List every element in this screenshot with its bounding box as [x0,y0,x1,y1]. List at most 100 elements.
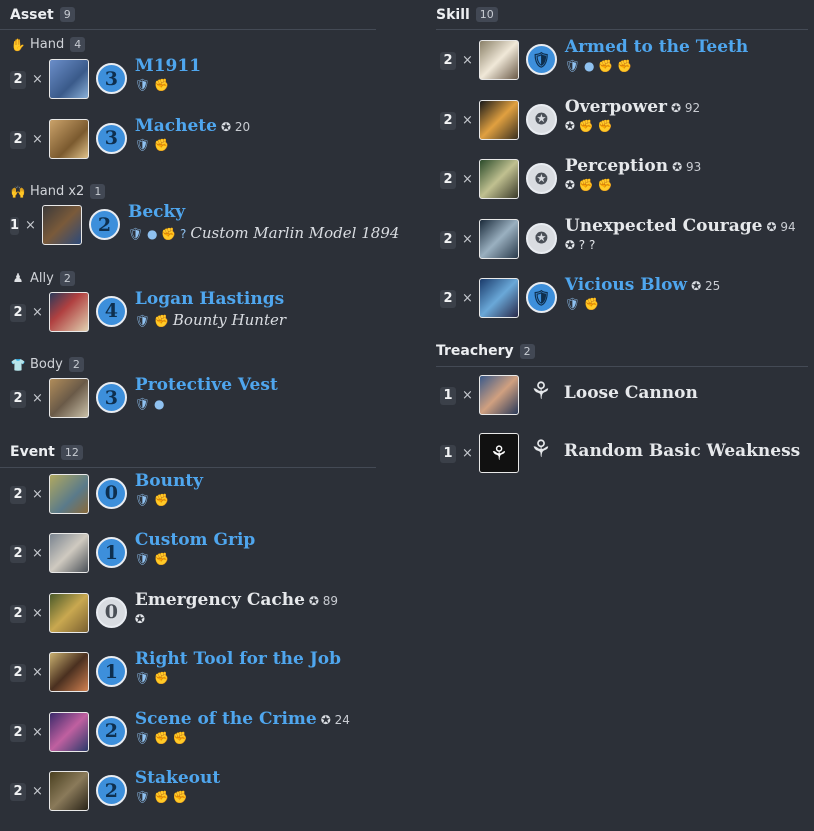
card-name[interactable]: Becky [128,202,399,222]
left-column: Asset 9 ✋ Hand 4 2 × 3 M1911 🛡 ✊ 2 × 3 M… [0,0,399,831]
card-icons: 🛡 ● ✊ ✊ [564,59,632,73]
card-name-line: Scene of the Crime ✪ 24 [135,709,350,729]
card-row[interactable]: 2 × 🛡 Armed to the Teeth 🛡 ● ✊ ✊ [436,37,808,100]
times-sign: × [462,172,473,187]
card-info: Right Tool for the Job 🛡 ✊ [135,649,341,685]
card-row[interactable]: 2 × 1 Right Tool for the Job 🛡 ✊ [0,649,376,712]
card-row[interactable]: 2 × 3 Machete ✪ 20 🛡 ✊ [0,116,376,179]
card-info: Machete ✪ 20 🛡 ✊ [135,116,250,152]
card-name-line: Overpower ✪ 92 [565,97,700,117]
times-sign: × [32,665,43,680]
times-sign: × [32,304,43,320]
card-thumbnail[interactable] [41,205,82,245]
card-info: Protective Vest 🛡 ● [135,375,278,411]
card-row[interactable]: 2 × ✪ Overpower ✪ 92 ✪ ✊ ✊ [436,97,808,160]
card-row[interactable]: 2 × 1 Custom Grip 🛡 ✊ [0,530,376,593]
cost-badge: 2 [95,775,127,806]
card-name[interactable]: Armed to the Teeth [565,37,748,57]
xp-value: ✪ 93 [672,160,701,174]
card-row[interactable]: 2 × ✪ Perception ✪ 93 ✪ ✊ ✊ [436,156,808,219]
card-row[interactable]: 2 × ✪ Unexpected Courage ✪ 94 ✪ ? ? [436,216,808,279]
quantity-badge: 2 [440,230,456,249]
card-info: Random Basic Weakness [564,441,800,461]
card-name[interactable]: Unexpected Courage [565,216,763,236]
card-icons: 🛡 ✊ [564,297,599,311]
card-name[interactable]: Scene of the Crime [135,709,317,729]
card-name[interactable]: Right Tool for the Job [135,649,341,669]
card-name[interactable]: Logan Hastings [135,289,286,309]
card-info: M1911 🛡 ✊ [135,56,201,92]
card-thumbnail[interactable] [478,374,519,415]
card-name[interactable]: Bounty [135,471,203,491]
card-icons: 🛡 ● ✊ ? [127,227,187,241]
card-icons: ✪ ? ? [564,237,596,252]
times-sign: × [462,231,473,247]
times-sign: × [462,112,473,128]
card-name[interactable]: Overpower [565,97,667,117]
card-name[interactable]: Protective Vest [135,375,278,395]
card-name[interactable]: Random Basic Weakness [564,441,800,461]
card-info: Armed to the Teeth 🛡 ● ✊ ✊ [565,37,748,73]
card-thumbnail[interactable] [478,40,519,80]
card-name[interactable]: Emergency Cache [135,590,305,610]
xp-value: ✪ 89 [309,594,338,608]
card-thumbnail[interactable] [478,278,519,318]
card-thumbnail[interactable] [48,59,89,99]
card-thumbnail[interactable] [48,378,89,418]
section-header-skill: Skill 10 [436,0,808,30]
card-thumbnail[interactable] [48,711,89,752]
cost-badge: 1 [95,656,127,687]
card-thumbnail[interactable] [48,652,89,692]
card-row[interactable]: 2 × 4 Logan Hastings 🛡 ✊ Bounty Hunter [0,289,376,352]
card-icons: 🛡 ✊ [134,78,169,92]
card-thumbnail[interactable] [48,771,89,811]
card-name[interactable]: Machete [135,116,217,136]
subgroup-body: 👕 Body 2 [0,351,376,378]
times-sign: × [32,784,43,799]
subgroup-label: Body [30,357,63,372]
section-header-treachery: Treachery 2 [436,337,808,367]
card-row[interactable]: 2 × 0 Bounty 🛡 ✊ [0,471,376,534]
card-name[interactable]: Vicious Blow [565,275,687,295]
card-row[interactable]: 1 × ⚘ Loose Cannon [436,374,808,433]
cost-badge: 0 [95,477,127,509]
ally-icon: ♟ [12,271,24,285]
cost-badge: 4 [95,295,127,327]
card-name-line: Machete ✪ 20 [135,116,250,136]
times-sign: × [32,131,43,147]
card-row[interactable]: 2 × 🛡 Vicious Blow ✪ 25 🛡 ✊ [436,275,808,338]
card-thumbnail[interactable] [48,473,89,514]
card-row[interactable]: 2 × 3 Protective Vest 🛡 ● [0,375,376,438]
times-sign: × [462,445,473,461]
card-name[interactable]: M1911 [135,56,201,76]
xp-value: ✪ 24 [321,713,350,727]
card-name[interactable]: Custom Grip [135,530,255,550]
subgroup-count: 2 [68,357,84,372]
card-icons: 🛡 ✊ [134,671,169,685]
card-thumbnail[interactable] [478,159,519,199]
card-row[interactable]: 2 × 0 Emergency Cache ✪ 89 ✪ [0,590,376,653]
card-info: Stakeout 🛡 ✊ ✊ [135,768,220,804]
card-row[interactable]: 1 × 2 Becky 🛡 ● ✊ ? Custom Marlin Model 1… [0,202,399,265]
xp-value: ✪ 20 [221,120,250,134]
card-thumbnail[interactable] [478,218,519,259]
card-thumbnail[interactable] [48,533,89,573]
card-row[interactable]: 1 × ⚘ ⚘ Random Basic Weakness [436,432,808,491]
card-thumbnail[interactable]: ⚘ [478,432,519,473]
card-thumbnail[interactable] [48,118,89,159]
card-row[interactable]: 2 × 3 M1911 🛡 ✊ [0,56,376,119]
card-name[interactable]: Loose Cannon [564,383,698,403]
cost-badge: 2 [95,715,127,747]
xp-icon: ✪ [671,100,682,115]
card-icons: ✪ ✊ ✊ [564,178,613,192]
section-count: 10 [475,7,498,22]
card-thumbnail[interactable] [478,99,519,140]
card-name[interactable]: Perception [565,156,668,176]
card-row[interactable]: 2 × 2 Stakeout 🛡 ✊ ✊ [0,768,376,831]
card-thumbnail[interactable] [48,291,89,332]
card-icons: 🛡 ✊ [134,313,169,328]
quantity-badge: 2 [10,71,26,89]
card-thumbnail[interactable] [48,592,89,633]
card-name[interactable]: Stakeout [135,768,220,788]
card-row[interactable]: 2 × 2 Scene of the Crime ✪ 24 🛡 ✊ ✊ [0,709,376,772]
